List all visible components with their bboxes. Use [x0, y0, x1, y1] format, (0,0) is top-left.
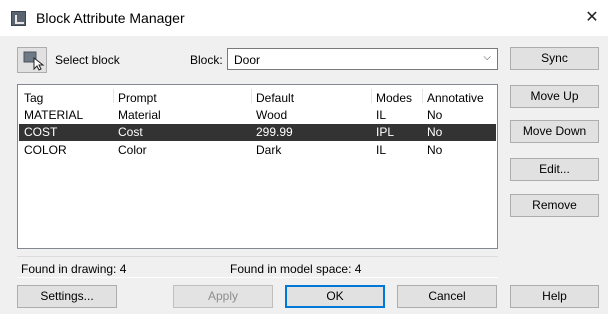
- remove-button[interactable]: Remove: [510, 194, 599, 217]
- move-down-button[interactable]: Move Down: [510, 120, 599, 143]
- cell-annotative: No: [427, 143, 443, 157]
- block-dropdown-value: Door: [234, 53, 261, 67]
- cell-default: 299.99: [256, 125, 293, 139]
- list-header: Tag Prompt Default Modes Annotative: [19, 87, 496, 105]
- cell-annotative: No: [427, 125, 443, 139]
- column-header-tag[interactable]: Tag: [24, 91, 43, 105]
- column-header-annotative[interactable]: Annotative: [427, 91, 484, 105]
- cell-prompt: Color: [118, 143, 147, 157]
- column-divider[interactable]: [251, 89, 252, 103]
- column-divider[interactable]: [371, 89, 372, 103]
- column-header-prompt[interactable]: Prompt: [118, 91, 157, 105]
- table-row-selected[interactable]: COST Cost 299.99 IPL No: [19, 124, 496, 141]
- attribute-list[interactable]: Tag Prompt Default Modes Annotative MATE…: [17, 84, 498, 249]
- apply-button[interactable]: Apply: [173, 285, 273, 308]
- cancel-button[interactable]: Cancel: [397, 285, 497, 308]
- ok-button[interactable]: OK: [285, 285, 385, 308]
- cell-modes: IPL: [376, 125, 395, 139]
- window-title: Block Attribute Manager: [36, 10, 185, 26]
- cell-prompt: Cost: [118, 125, 143, 139]
- select-block-button[interactable]: [17, 47, 47, 73]
- chevron-down-icon: ⌵: [483, 52, 491, 63]
- cell-modes: IL: [376, 108, 387, 122]
- block-label: Block:: [190, 53, 223, 67]
- cell-tag: MATERIAL: [24, 108, 84, 122]
- table-row[interactable]: MATERIAL Material Wood IL No: [19, 107, 496, 124]
- select-block-icon: [23, 51, 45, 71]
- cell-modes: IL: [376, 143, 387, 157]
- status-bar: Found in drawing: 4 Found in model space…: [17, 256, 498, 278]
- found-in-model-space-text: Found in model space: 4: [230, 262, 362, 276]
- cell-default: Wood: [256, 108, 288, 122]
- edit-button[interactable]: Edit...: [510, 158, 599, 181]
- select-block-label: Select block: [55, 53, 120, 67]
- autocad-app-icon: [11, 11, 26, 26]
- block-dropdown[interactable]: Door ⌵: [227, 48, 498, 70]
- column-divider[interactable]: [422, 89, 423, 103]
- cell-prompt: Material: [118, 108, 161, 122]
- close-icon[interactable]: ✕: [582, 8, 602, 28]
- settings-button[interactable]: Settings...: [17, 285, 117, 308]
- cell-tag: COST: [24, 125, 58, 139]
- found-in-drawing-text: Found in drawing: 4: [21, 262, 127, 276]
- column-header-modes[interactable]: Modes: [376, 91, 412, 105]
- column-divider[interactable]: [113, 89, 114, 103]
- table-row[interactable]: COLOR Color Dark IL No: [19, 142, 496, 159]
- sync-button[interactable]: Sync: [510, 47, 599, 70]
- cell-annotative: No: [427, 108, 443, 122]
- cell-tag: COLOR: [24, 143, 67, 157]
- column-header-default[interactable]: Default: [256, 91, 294, 105]
- move-up-button[interactable]: Move Up: [510, 85, 599, 108]
- help-button[interactable]: Help: [510, 285, 599, 308]
- cell-default: Dark: [256, 143, 282, 157]
- title-bar: Block Attribute Manager ✕: [0, 0, 608, 36]
